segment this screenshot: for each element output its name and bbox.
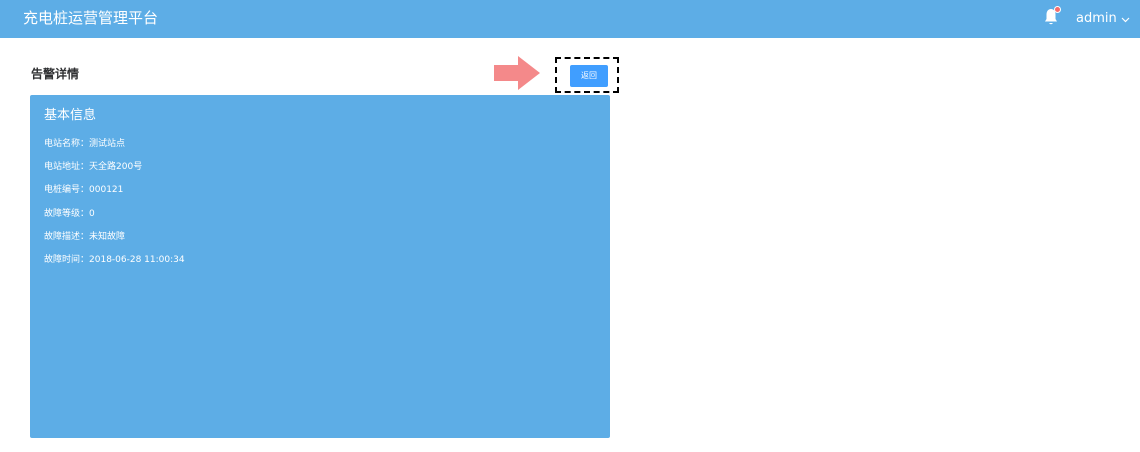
field-value: 未知故障 bbox=[89, 232, 126, 242]
field-value: 0 bbox=[89, 209, 95, 219]
field-fault-time: 故障时间：2018-06-28 11:00:34 bbox=[44, 253, 185, 267]
top-nav-bar: 充电桩运营管理平台 admin bbox=[0, 0, 1140, 38]
field-label: 电桩编号： bbox=[44, 185, 90, 195]
field-fault-level: 故障等级：0 bbox=[44, 207, 95, 221]
field-value: 天全路200号 bbox=[89, 162, 143, 172]
page-title: 告警详情 bbox=[31, 67, 80, 81]
pointer-arrow-icon bbox=[494, 56, 540, 90]
user-dropdown[interactable]: admin bbox=[1076, 9, 1130, 29]
field-label: 电站名称： bbox=[44, 139, 90, 149]
field-fault-description: 故障描述：未知故障 bbox=[44, 230, 125, 244]
back-button[interactable]: 返回 bbox=[570, 65, 608, 87]
field-label: 故障等级： bbox=[44, 209, 90, 219]
unread-badge bbox=[1054, 6, 1061, 13]
field-value: 000121 bbox=[89, 185, 124, 195]
field-station-name: 电站名称：测试站点 bbox=[44, 137, 125, 151]
chevron-down-icon bbox=[1121, 17, 1130, 22]
field-label: 电站地址： bbox=[44, 162, 90, 172]
field-label: 故障时间： bbox=[44, 255, 90, 265]
field-label: 故障描述： bbox=[44, 232, 90, 242]
user-name: admin bbox=[1076, 11, 1117, 26]
field-value: 测试站点 bbox=[89, 139, 126, 149]
field-pile-number: 电桩编号：000121 bbox=[44, 183, 123, 197]
notification-button[interactable] bbox=[1044, 6, 1062, 28]
card-title: 基本信息 bbox=[44, 108, 97, 123]
field-value: 2018-06-28 11:00:34 bbox=[89, 255, 185, 265]
basic-info-card: 基本信息 电站名称：测试站点 电站地址：天全路200号 电桩编号：000121 … bbox=[30, 95, 610, 438]
app-title: 充电桩运营管理平台 bbox=[23, 9, 159, 27]
field-station-address: 电站地址：天全路200号 bbox=[44, 160, 142, 174]
